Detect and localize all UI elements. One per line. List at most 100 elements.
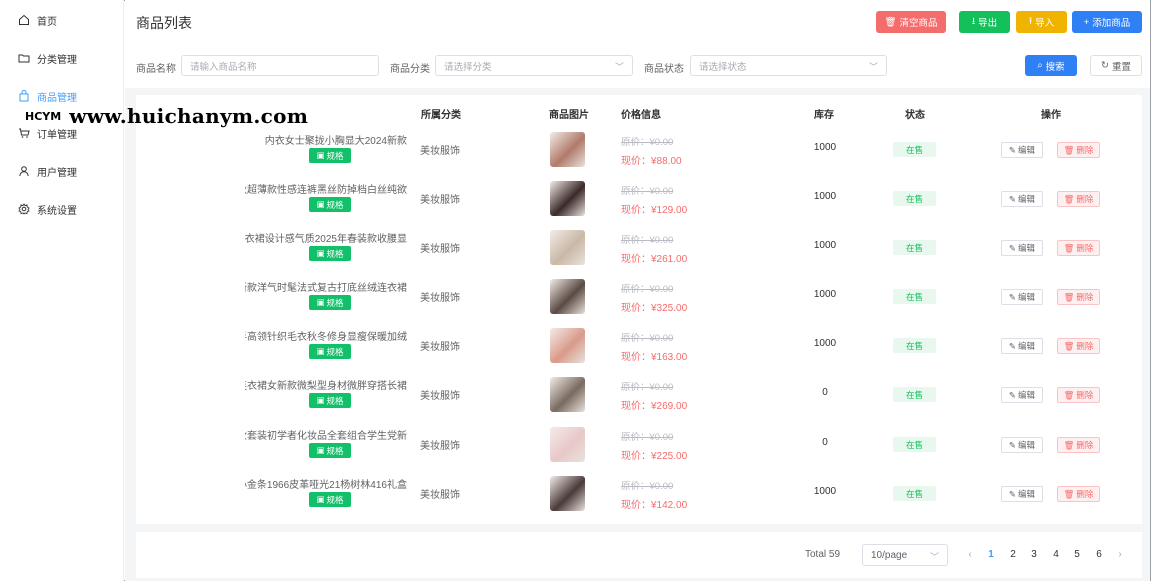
column-header: 所属分类 <box>421 110 461 121</box>
sidebar-item-settings[interactable]: 系统设置 <box>18 199 77 219</box>
page-3[interactable]: 3 <box>1027 549 1041 560</box>
spec-button[interactable]: ▣ 规格 <box>309 197 351 212</box>
spec-button[interactable]: ▣ 规格 <box>309 492 351 507</box>
delete-button[interactable]: 🗑 删除 <box>1057 289 1100 305</box>
original-price: 原价：¥0.00 <box>621 481 674 492</box>
sidebar-item-users[interactable]: 用户管理 <box>18 161 77 181</box>
current-price: 现价：¥225.00 <box>621 451 688 462</box>
product-image <box>550 476 585 511</box>
plus-icon: + <box>1083 16 1090 28</box>
category-select[interactable]: 请选择分类 ﹀ <box>435 55 633 76</box>
name-filter-label: 商品名称 <box>136 64 176 75</box>
edit-button[interactable]: ✎ 编辑 <box>1001 486 1043 502</box>
reset-button[interactable]: ↻ 重置 <box>1090 55 1142 76</box>
spec-icon: ▣ <box>316 346 325 356</box>
trash-icon: 🗑 <box>1063 340 1075 351</box>
edit-icon: ✎ <box>1008 389 1017 400</box>
edit-button[interactable]: ✎ 编辑 <box>1001 437 1043 453</box>
trash-icon: 🗑 <box>1063 389 1075 400</box>
edit-button[interactable]: ✎ 编辑 <box>1001 387 1043 403</box>
trash-icon: 🗑 <box>1063 291 1075 302</box>
main-content: 商品列表 🗑 清空商品 ⭳ 导出 ⭱ 导入 + 添加商品 商品名称 请输入商品名称 商品… <box>125 0 1150 581</box>
original-price: 原价：¥0.00 <box>621 186 674 197</box>
spec-icon: ▣ <box>316 297 325 307</box>
export-button[interactable]: ⭳ 导出 <box>959 11 1010 33</box>
sidebar-item-goods[interactable]: 商品管理 <box>18 86 77 106</box>
product-name: 内衣女士聚拢小胸显大2024新款 <box>264 136 407 146</box>
trash-icon: 🗑 <box>884 16 897 28</box>
import-button[interactable]: ⭱ 导入 <box>1016 11 1067 33</box>
delete-button[interactable]: 🗑 删除 <box>1057 240 1100 256</box>
status-select[interactable]: 请选择状态 ﹀ <box>690 55 887 76</box>
product-category: 美妆服饰 <box>420 391 460 402</box>
edit-button[interactable]: ✎ 编辑 <box>1001 142 1043 158</box>
stock-count: 1000 <box>813 142 837 153</box>
status-badge: 在售 <box>893 387 936 402</box>
edit-icon: ✎ <box>1008 193 1017 204</box>
edit-button[interactable]: ✎ 编辑 <box>1001 338 1043 354</box>
edit-icon: ✎ <box>1008 488 1017 499</box>
original-price: 原价：¥0.00 <box>621 333 674 344</box>
status-badge: 在售 <box>893 437 936 452</box>
clear-goods-button[interactable]: 🗑 清空商品 <box>876 11 946 33</box>
add-goods-button[interactable]: + 添加商品 <box>1072 11 1142 33</box>
sidebar-item-category[interactable]: 分类管理 <box>18 48 77 68</box>
delete-button[interactable]: 🗑 删除 <box>1057 338 1100 354</box>
spec-button[interactable]: ▣ 规格 <box>309 246 351 261</box>
original-price: 原价：¥0.00 <box>621 137 674 148</box>
product-image <box>550 427 585 462</box>
page-4[interactable]: 4 <box>1049 549 1063 560</box>
edit-icon: ✎ <box>1008 439 1017 450</box>
spec-button[interactable]: ▣ 规格 <box>309 148 351 163</box>
spec-icon: ▣ <box>316 395 325 405</box>
status-badge: 在售 <box>893 289 936 304</box>
edit-icon: ✎ <box>1008 144 1017 155</box>
column-header: 操作 <box>1041 110 1061 121</box>
search-button[interactable]: ⌕ 搜索 <box>1025 55 1077 76</box>
table-row: 加厚半高领针织毛衣秋冬修身显瘦保暖加绒 ▣规格 美妆服饰 原价：¥0.00 现价：¥16… <box>125 328 1150 377</box>
stock-count: 1000 <box>813 289 837 300</box>
delete-button[interactable]: 🗑 删除 <box>1057 486 1100 502</box>
chevron-down-icon: ﹀ <box>868 62 878 72</box>
page-size-select[interactable]: 10/page ﹀ <box>862 544 948 566</box>
stock-count: 0 <box>822 437 828 448</box>
home-icon <box>18 14 30 26</box>
product-image <box>550 377 585 412</box>
prev-page-button[interactable]: ‹ <box>963 549 977 560</box>
spec-button[interactable]: ▣ 规格 <box>309 443 351 458</box>
sidebar-item-label: 商品管理 <box>37 92 77 104</box>
next-page-button[interactable]: › <box>1113 549 1127 560</box>
spec-icon: ▣ <box>316 445 325 455</box>
product-category: 美妆服饰 <box>420 244 460 255</box>
sidebar-item-label: 分类管理 <box>37 54 77 66</box>
page-6[interactable]: 6 <box>1092 549 1106 560</box>
product-name: 彩妆套装初学者化妆品全套组合学生党新 <box>245 431 407 441</box>
page-2[interactable]: 2 <box>1006 549 1020 560</box>
header-card: 商品列表 🗑 清空商品 ⭳ 导出 ⭱ 导入 + 添加商品 商品名称 请输入商品名称 商品… <box>125 0 1150 88</box>
delete-button[interactable]: 🗑 删除 <box>1057 142 1100 158</box>
chevron-down-icon: ﹀ <box>929 552 939 562</box>
spec-button[interactable]: ▣ 规格 <box>309 295 351 310</box>
category-filter-label: 商品分类 <box>390 64 430 75</box>
page-1[interactable]: 1 <box>984 549 998 560</box>
sidebar-item-home[interactable]: 首页 <box>18 10 57 30</box>
name-search-input[interactable]: 请输入商品名称 <box>181 55 379 76</box>
status-badge: 在售 <box>893 142 936 157</box>
product-image <box>550 181 585 216</box>
delete-button[interactable]: 🗑 删除 <box>1057 387 1100 403</box>
product-name: 法式连衣裙设计感气质2025年春装款收腰显 <box>245 234 407 244</box>
spec-button[interactable]: ▣ 规格 <box>309 344 351 359</box>
product-name: 加厚半高领针织毛衣秋冬修身显瘦保暖加绒 <box>245 332 407 342</box>
page-5[interactable]: 5 <box>1070 549 1084 560</box>
table-row: 彩妆套装初学者化妆品全套组合学生党新 ▣ 规格 美妆服饰 原价：¥0.00 现价：¥225… <box>125 427 1150 476</box>
delete-button[interactable]: 🗑 删除 <box>1057 191 1100 207</box>
delete-button[interactable]: 🗑 删除 <box>1057 437 1100 453</box>
product-name: 口红小金条1966皮革哑光21杨树林416礼盒 <box>245 480 407 490</box>
stock-count: 1000 <box>813 486 837 497</box>
edit-button[interactable]: ✎ 编辑 <box>1001 240 1043 256</box>
sidebar: 首页 分类管理 商品管理 订单管理 用户管理 系统设置 <box>0 0 124 581</box>
watermark: HCYM www.huichanym.com <box>25 104 308 128</box>
edit-button[interactable]: ✎ 编辑 <box>1001 289 1043 305</box>
spec-button[interactable]: ▣ 规格 <box>309 393 351 408</box>
edit-button[interactable]: ✎ 编辑 <box>1001 191 1043 207</box>
